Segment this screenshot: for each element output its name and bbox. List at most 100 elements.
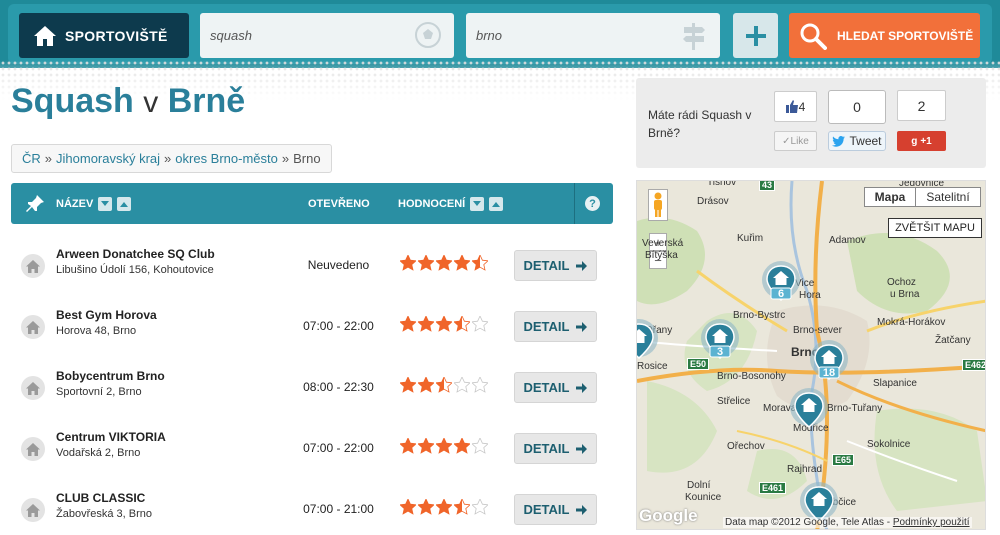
venue-hours: Neuvedeno bbox=[307, 258, 370, 272]
map-cluster-marker[interactable]: 3 bbox=[698, 318, 742, 375]
star-icon bbox=[454, 438, 470, 454]
map-label: Veverská bbox=[642, 238, 684, 249]
star-icon bbox=[400, 377, 416, 393]
city-input[interactable] bbox=[476, 28, 656, 43]
enlarge-map-button[interactable]: ZVĚTŠIT MAPU bbox=[888, 218, 982, 238]
table-row[interactable]: Bobycentrum Brno Sportovní 2, Brno 08:00 -… bbox=[11, 356, 613, 417]
tweet-count: 0 bbox=[828, 90, 886, 124]
google-logo: Google bbox=[639, 506, 698, 525]
help-icon[interactable]: ? bbox=[585, 196, 600, 211]
map-type-satellite-button[interactable]: Satelitní bbox=[915, 187, 981, 207]
sort-asc-button[interactable] bbox=[117, 196, 132, 211]
map-type-map-button[interactable]: Mapa bbox=[864, 187, 916, 207]
star-icon bbox=[418, 499, 434, 515]
venue-name[interactable]: Bobycentrum Brno bbox=[56, 369, 165, 383]
table-row[interactable]: Arween Donatchee SQ Club Libušino Údolí 1… bbox=[11, 234, 613, 295]
search-button-label: HLEDAT SPORTOVIŠTĚ bbox=[837, 28, 974, 43]
star-icon bbox=[454, 316, 470, 332]
house-icon bbox=[26, 259, 40, 273]
terms-link[interactable]: Podmínky použití bbox=[893, 517, 970, 528]
ball-icon bbox=[415, 22, 441, 48]
map-label: Brno-Tuřany bbox=[827, 403, 883, 414]
map-label: Slapanice bbox=[873, 378, 917, 389]
venue-address: Horova 48, Brno bbox=[56, 325, 137, 337]
cluster-count: 6 bbox=[777, 288, 785, 300]
like-button-label: Like bbox=[790, 135, 809, 147]
star-icon bbox=[472, 316, 488, 332]
road-badge: E461 bbox=[759, 482, 787, 494]
venue-home-icon bbox=[21, 498, 45, 522]
map-attribution: Data map ©2012 Google, Tele Atlas - Podm… bbox=[723, 517, 972, 528]
venue-rating bbox=[400, 255, 488, 271]
breadcrumb-separator: » bbox=[44, 151, 53, 166]
map-label: Žatčany bbox=[935, 335, 971, 346]
search-button[interactable]: HLEDAT SPORTOVIŠTĚ bbox=[789, 13, 980, 58]
star-icon bbox=[436, 377, 452, 393]
venue-name[interactable]: Centrum VIKTORIA bbox=[56, 430, 166, 444]
venue-rating bbox=[400, 438, 488, 454]
magnifier-icon bbox=[800, 23, 827, 50]
star-icon bbox=[418, 377, 434, 393]
rating-sort-desc-button[interactable] bbox=[470, 196, 485, 211]
star-icon bbox=[454, 377, 470, 393]
breadcrumb-separator: » bbox=[281, 151, 290, 166]
rating-sort-asc-button[interactable] bbox=[489, 196, 504, 211]
map-cluster-marker[interactable] bbox=[637, 318, 661, 375]
arrow-right-icon bbox=[576, 382, 588, 393]
map-label: Adamov bbox=[829, 235, 866, 246]
detail-button[interactable]: DETAIL bbox=[514, 372, 597, 403]
street-view-pegman[interactable] bbox=[648, 189, 668, 221]
star-icon bbox=[436, 255, 452, 271]
star-icon bbox=[436, 438, 452, 454]
table-row[interactable]: Centrum VIKTORIA Vodařská 2, Brno 07:00 - … bbox=[11, 417, 613, 478]
house-icon bbox=[26, 442, 40, 456]
star-icon bbox=[472, 438, 488, 454]
open-col-label: OTEVŘENO bbox=[308, 197, 370, 210]
gplus-icon: g bbox=[911, 135, 918, 147]
map[interactable]: + − Mapa Satelitní ZVĚTŠIT MAPU Tišnov D… bbox=[636, 180, 986, 530]
gplus-count: 2 bbox=[897, 90, 946, 121]
sport-field[interactable] bbox=[200, 13, 454, 58]
venue-address: Žabovřeská 3, Brno bbox=[56, 508, 152, 520]
detail-button[interactable]: DETAIL bbox=[514, 494, 597, 525]
table-row[interactable]: CLUB CLASSIC Žabovřeská 3, Brno 07:00 - 21… bbox=[11, 478, 613, 535]
chevron-down-icon bbox=[101, 200, 110, 206]
star-icon bbox=[472, 255, 488, 271]
thumbs-up-icon bbox=[785, 100, 798, 113]
detail-button-label: DETAIL bbox=[523, 441, 570, 456]
breadcrumb-district[interactable]: okres Brno-město bbox=[175, 151, 278, 166]
sort-desc-button[interactable] bbox=[98, 196, 113, 211]
house-icon bbox=[34, 25, 56, 46]
table-row[interactable]: Best Gym Horova Horova 48, Brno 07:00 - 22… bbox=[11, 295, 613, 356]
breadcrumb-region[interactable]: Jihomoravský kraj bbox=[56, 151, 160, 166]
venue-name[interactable]: Arween Donatchee SQ Club bbox=[56, 247, 215, 261]
venue-name[interactable]: Best Gym Horova bbox=[56, 308, 157, 322]
cluster-count: 18 bbox=[822, 367, 836, 379]
map-label: Kounice bbox=[685, 492, 722, 503]
arrow-right-icon bbox=[576, 504, 588, 515]
gplus-button[interactable]: g +1 bbox=[897, 131, 946, 151]
city-field[interactable] bbox=[466, 13, 720, 58]
map-cluster-marker[interactable]: 6 bbox=[759, 260, 803, 317]
tweet-button[interactable]: Tweet bbox=[828, 131, 886, 151]
cluster-count: 3 bbox=[716, 346, 724, 358]
venue-name[interactable]: CLUB CLASSIC bbox=[56, 491, 145, 505]
venue-hours: 07:00 - 22:00 bbox=[303, 319, 374, 333]
like-button[interactable]: ✓ Like bbox=[774, 131, 817, 151]
sport-input[interactable] bbox=[210, 28, 390, 43]
map-cluster-marker[interactable] bbox=[787, 387, 831, 444]
pegman-icon bbox=[654, 192, 662, 217]
star-icon bbox=[436, 499, 452, 515]
home-button-label: SPORTOVIŠTĚ bbox=[65, 27, 168, 44]
add-button[interactable] bbox=[733, 13, 778, 58]
header-divider bbox=[574, 183, 575, 224]
like-count-value: 4 bbox=[798, 99, 806, 114]
detail-button[interactable]: DETAIL bbox=[514, 250, 597, 281]
home-button[interactable]: SPORTOVIŠTĚ bbox=[19, 13, 189, 58]
pin-icon bbox=[26, 194, 44, 212]
detail-button[interactable]: DETAIL bbox=[514, 433, 597, 464]
house-icon bbox=[26, 320, 40, 334]
social-question: Máte rádi Squash v Brně? bbox=[648, 108, 752, 140]
detail-button[interactable]: DETAIL bbox=[514, 311, 597, 342]
breadcrumb-cr[interactable]: ČR bbox=[22, 151, 41, 166]
